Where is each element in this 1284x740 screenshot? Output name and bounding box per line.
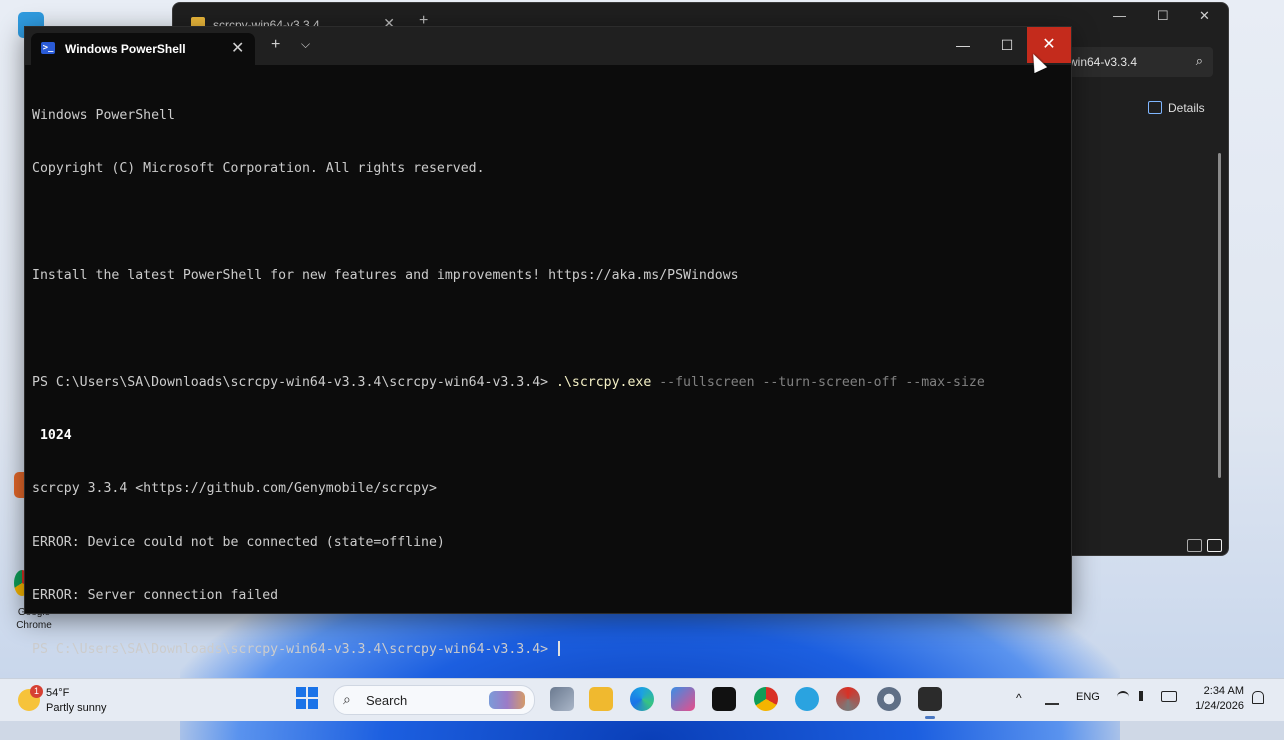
edge-icon[interactable] — [630, 687, 654, 711]
text-cursor — [558, 640, 560, 656]
powershell-window[interactable]: >_ Windows PowerShell ✕ + ⌵ — ☐ ✕ Window… — [24, 26, 1072, 657]
app-icon[interactable] — [836, 687, 860, 711]
windows-logo-icon — [296, 687, 306, 697]
network-off-icon[interactable] — [1045, 691, 1059, 705]
telegram-icon[interactable] — [795, 687, 819, 711]
volume-icon[interactable] — [1139, 691, 1153, 701]
windows-logo-icon — [296, 699, 306, 709]
store-icon[interactable] — [671, 687, 695, 711]
prompt: PS C:\Users\SA\Downloads\scrcpy-win64-v3… — [32, 374, 557, 390]
console-line: Copyright (C) Microsoft Corporation. All… — [32, 160, 485, 176]
powershell-icon: >_ — [41, 42, 55, 54]
clock[interactable]: 2:34 AM 1/24/2026 — [1188, 684, 1244, 714]
explorer-close-button[interactable]: ✕ — [1199, 8, 1210, 24]
tab-close-icon[interactable]: ✕ — [231, 38, 244, 58]
maximize-button[interactable]: ☐ — [985, 27, 1029, 63]
details-view-icon[interactable] — [1187, 539, 1202, 552]
explorer-minimize-button[interactable]: — — [1113, 8, 1126, 23]
details-button[interactable]: Details — [1148, 101, 1205, 115]
console-error-line: ERROR: Device could not be connected (st… — [32, 534, 445, 550]
windows-logo-icon — [308, 699, 318, 709]
search-label: Search — [366, 693, 408, 708]
wifi-icon[interactable] — [1117, 691, 1129, 703]
search-icon: ⌕ — [343, 691, 351, 707]
windows-logo-icon — [308, 687, 318, 697]
details-pane-icon — [1148, 101, 1162, 114]
console-error-line: ERROR: Server connection failed — [32, 588, 279, 604]
terminal-icon[interactable] — [918, 687, 942, 719]
terminal-output[interactable]: Windows PowerShell Copyright (C) Microso… — [32, 71, 1062, 694]
taskbar-search[interactable]: ⌕ Search — [333, 685, 535, 715]
explorer-scrollbar[interactable] — [1218, 153, 1221, 478]
command-args-wrap: 1024 — [32, 427, 72, 443]
new-tab-button[interactable]: + — [271, 36, 280, 54]
explorer-search-text: win64-v3.3.4 — [1069, 55, 1138, 69]
prompt: PS C:\Users\SA\Downloads\scrcpy-win64-v3… — [32, 641, 557, 657]
notification-badge: 1 — [30, 685, 43, 698]
chrome-icon[interactable] — [754, 687, 778, 711]
active-prompt-line[interactable]: PS C:\Users\SA\Downloads\scrcpy-win64-v3… — [32, 640, 1062, 659]
tray-chevron-icon[interactable]: ^ — [1016, 691, 1022, 705]
battery-icon[interactable] — [1161, 691, 1177, 702]
weather-widget[interactable]: 1 54°F Partly sunny — [16, 683, 136, 717]
weather-temp: 54°F — [46, 687, 70, 699]
language-indicator[interactable]: ENG — [1076, 691, 1100, 703]
explorer-maximize-button[interactable]: ☐ — [1157, 8, 1169, 24]
console-line: Install the latest PowerShell for new fe… — [32, 267, 739, 283]
explorer-search-box[interactable]: win64-v3.3.4 ⌕ — [1063, 47, 1213, 77]
tab-windows-powershell[interactable]: >_ Windows PowerShell ✕ — [31, 33, 255, 65]
clock-time: 2:34 AM — [1203, 685, 1244, 697]
taskbar: 1 54°F Partly sunny ⌕ Search ^ ENG 2:34 … — [0, 678, 1284, 721]
weather-condition: Partly sunny — [46, 702, 107, 714]
details-label: Details — [1168, 101, 1205, 115]
tiles-view-icon[interactable] — [1207, 539, 1222, 552]
command-args: --fullscreen --turn-screen-off --max-siz… — [651, 374, 985, 390]
search-icon: ⌕ — [1195, 53, 1203, 68]
file-explorer-icon[interactable] — [589, 687, 613, 711]
start-button[interactable] — [296, 687, 318, 709]
settings-gear-icon[interactable] — [877, 687, 901, 711]
command-text: .\scrcpy.exe — [556, 374, 652, 390]
clock-date: 1/24/2026 — [1195, 700, 1244, 712]
terminal-titlebar[interactable]: >_ Windows PowerShell ✕ + ⌵ — ☐ ✕ — [25, 27, 1071, 65]
capcut-icon[interactable] — [712, 687, 736, 711]
tab-title: Windows PowerShell — [65, 42, 186, 56]
task-view-icon[interactable] — [550, 687, 574, 711]
command-line: PS C:\Users\SA\Downloads\scrcpy-win64-v3… — [32, 374, 1062, 392]
console-output-line: scrcpy 3.3.4 <https://github.com/Genymob… — [32, 481, 437, 497]
notification-bell-icon[interactable] — [1252, 691, 1264, 704]
minimize-button[interactable]: — — [941, 27, 985, 63]
chevron-down-icon[interactable]: ⌵ — [301, 37, 310, 52]
console-line: Windows PowerShell — [32, 107, 175, 123]
search-highlight-icon — [489, 691, 525, 709]
